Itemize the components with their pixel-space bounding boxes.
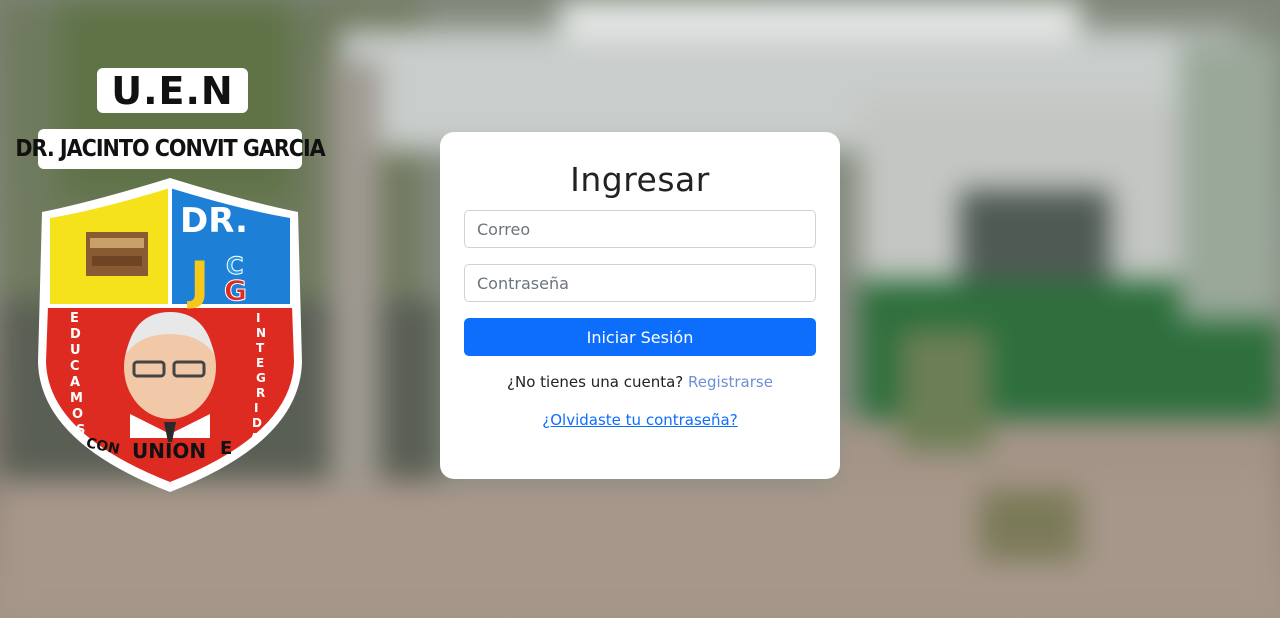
forgot-password: ¿Olvidaste tu contraseña?	[440, 411, 840, 429]
svg-text:UNION: UNION	[132, 439, 206, 463]
school-logo: DR. J C G EDUCAMOS INTEGRIDA CON UNION E…	[15, 62, 326, 494]
svg-text:G: G	[224, 274, 247, 307]
password-input[interactable]	[464, 264, 816, 302]
svg-text:E: E	[220, 438, 232, 459]
logo-school-name: DR. JACINTO CONVIT GARCIA	[15, 129, 326, 169]
svg-text:J: J	[187, 251, 209, 311]
svg-text:DR.: DR.	[180, 201, 248, 241]
login-title: Ingresar	[570, 160, 710, 199]
login-button[interactable]: Iniciar Sesión	[464, 318, 816, 356]
logo-acronym: U.E.N	[97, 68, 248, 113]
register-prompt: ¿No tienes una cuenta?	[507, 373, 684, 391]
email-input[interactable]	[464, 210, 816, 248]
register-line: ¿No tienes una cuenta? Registrarse	[440, 373, 840, 391]
forgot-password-link[interactable]: ¿Olvidaste tu contraseña?	[542, 411, 737, 429]
register-link[interactable]: Registrarse	[688, 373, 773, 391]
login-card: Ingresar Iniciar Sesión ¿No tienes una c…	[440, 132, 840, 479]
